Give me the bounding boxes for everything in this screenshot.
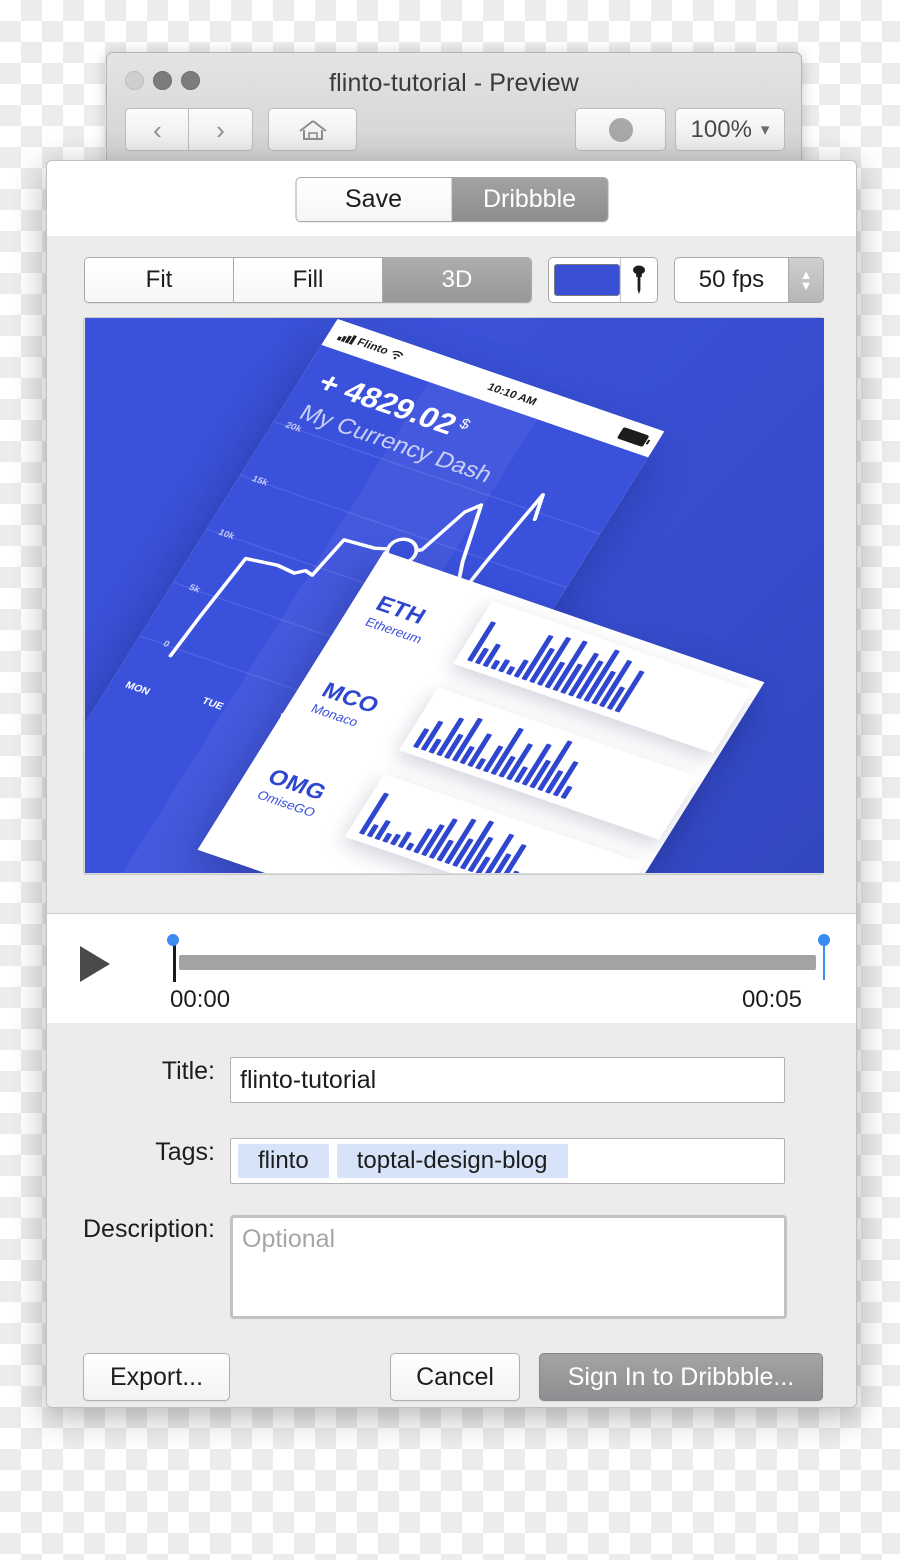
time-end-label: 00:05: [741, 986, 802, 1013]
eyedropper-button[interactable]: [620, 258, 657, 302]
chevron-right-icon: ›: [216, 114, 225, 145]
description-label: Description:: [83, 1215, 215, 1243]
trim-end-marker[interactable]: [818, 934, 830, 946]
tag-chip[interactable]: flinto: [238, 1144, 329, 1178]
preview-window: flinto-tutorial - Preview ‹ › 100% ▾: [106, 52, 802, 165]
stepper-down-icon[interactable]: ▼: [800, 279, 813, 292]
wifi-icon: [392, 351, 404, 360]
preview-stage: Flinto 10:10 AM + 4829.02$ My Currency D…: [83, 317, 824, 875]
title-label: Title:: [161, 1057, 215, 1085]
background-color-swatch[interactable]: [554, 264, 620, 296]
record-dot-icon: [608, 117, 633, 142]
chevron-down-icon: ▾: [760, 119, 770, 139]
dialog-header: Save Dribbble: [47, 161, 856, 237]
tags-input[interactable]: flinto toptal-design-blog: [230, 1138, 785, 1184]
description-row: Description: Optional: [47, 1215, 856, 1319]
metadata-form: Title: flinto-tutorial Tags: flinto topt…: [47, 1023, 856, 1407]
trim-start-marker[interactable]: [167, 934, 179, 946]
home-icon: [298, 119, 327, 140]
export-dialog: Save Dribbble Fit Fill 3D 50 fps ▲ ▼ Fli…: [46, 160, 857, 1408]
cancel-button[interactable]: Cancel: [390, 1353, 520, 1401]
title-input[interactable]: flinto-tutorial: [230, 1057, 785, 1103]
view-mode-segmented-control[interactable]: Fit Fill 3D: [84, 257, 532, 303]
record-button[interactable]: [575, 108, 666, 151]
tag-chip[interactable]: toptal-design-blog: [336, 1144, 568, 1178]
view-mode-3d[interactable]: 3D: [383, 258, 531, 302]
nav-forward-button[interactable]: ›: [188, 108, 253, 151]
playhead[interactable]: [173, 944, 176, 982]
mode-segmented-control[interactable]: Save Dribbble: [295, 177, 608, 222]
eyedropper-icon: [633, 265, 645, 294]
tab-dribbble[interactable]: Dribbble: [452, 178, 607, 221]
window-title: flinto-tutorial - Preview: [329, 69, 579, 97]
timeline-bar: 00:00 00:05: [47, 913, 856, 1025]
time-start-label: 00:00: [170, 986, 231, 1013]
fps-value[interactable]: 50 fps: [675, 258, 788, 302]
description-input[interactable]: Optional: [230, 1215, 787, 1319]
tags-row: Tags: flinto toptal-design-blog: [47, 1138, 856, 1184]
chevron-left-icon: ‹: [153, 114, 162, 145]
export-button[interactable]: Export...: [83, 1353, 230, 1401]
tags-label: Tags:: [155, 1138, 215, 1166]
battery-icon: [617, 426, 650, 447]
trim-end-line: [823, 940, 825, 980]
view-toolbar: Fit Fill 3D 50 fps ▲ ▼: [47, 236, 856, 322]
sign-in-button[interactable]: Sign In to Dribbble...: [539, 1353, 823, 1401]
zoom-level-label: 100%: [690, 115, 752, 143]
signal-bars-icon: [337, 331, 357, 345]
preview-canvas[interactable]: Flinto 10:10 AM + 4829.02$ My Currency D…: [85, 318, 824, 873]
zoom-level-dropdown[interactable]: 100% ▾: [675, 108, 785, 151]
fps-field-group: 50 fps ▲ ▼: [674, 257, 824, 303]
nav-back-button[interactable]: ‹: [125, 108, 189, 151]
home-button[interactable]: [268, 108, 357, 151]
tab-save[interactable]: Save: [296, 178, 452, 221]
play-icon[interactable]: [80, 946, 110, 982]
background-color-group: [548, 257, 658, 303]
fps-stepper[interactable]: ▲ ▼: [788, 258, 823, 302]
title-row: Title: flinto-tutorial: [47, 1057, 856, 1103]
view-mode-fit[interactable]: Fit: [85, 258, 234, 302]
carrier-label: Flinto: [354, 336, 391, 358]
view-mode-fill[interactable]: Fill: [234, 258, 383, 302]
timeline-track[interactable]: [179, 955, 816, 970]
